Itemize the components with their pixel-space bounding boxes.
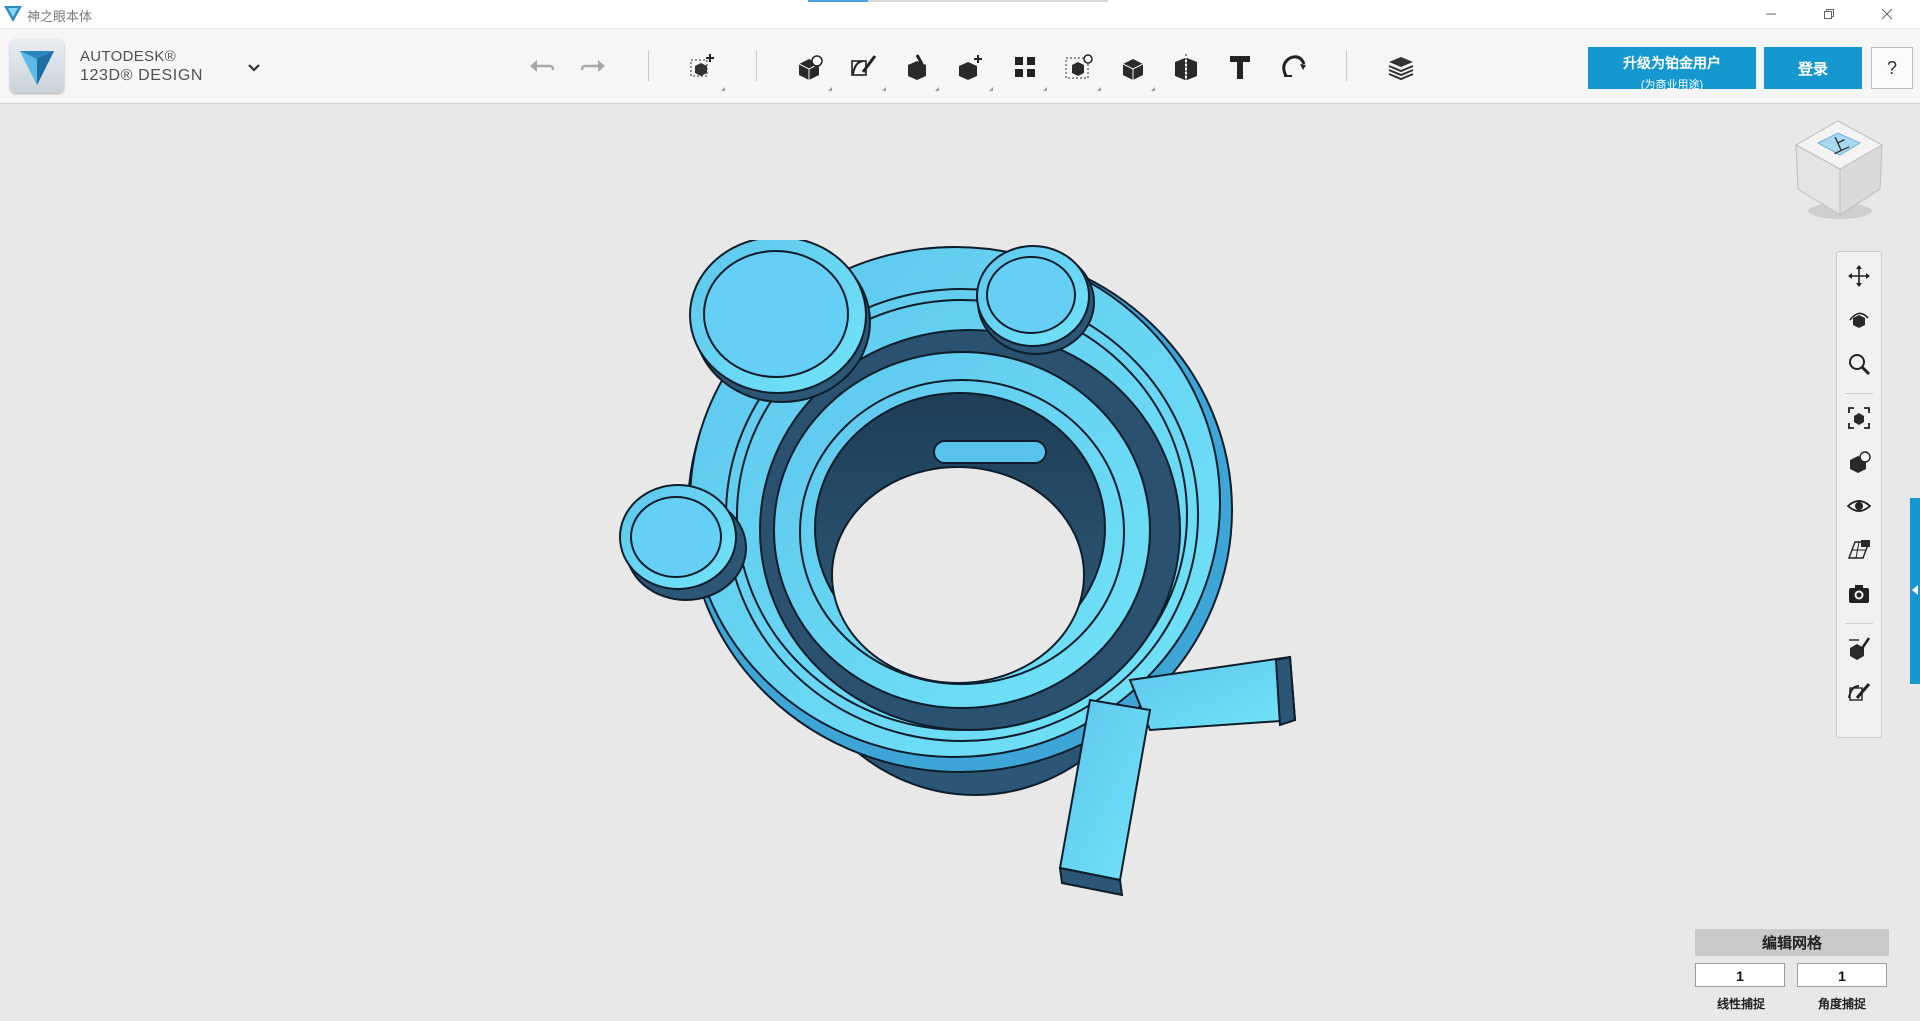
visibility-button[interactable] [1843,490,1875,522]
primitives-icon [798,55,823,80]
3d-model-render[interactable] [590,240,1340,920]
brand-autodesk: AUTODESK® [80,48,176,65]
title-bar: 神之眼本体 [0,0,1920,29]
app-menu-button[interactable] [10,39,64,93]
navigation-bar [1836,251,1882,738]
brand-product: 123D® DESIGN [80,67,204,84]
view-mode-icon [1850,451,1871,473]
window-title: 神之眼本体 [27,9,93,24]
edit-grid-button[interactable]: 编辑网格 [1695,929,1889,956]
material-button[interactable] [1383,49,1419,85]
measure-button[interactable] [1168,49,1204,85]
construct-icon [908,54,926,80]
linear-snap-label: 线性捕捉 [1716,997,1765,1011]
material-icon [1388,57,1414,81]
modify-icon [959,55,982,80]
upgrade-sublabel: (为商业用途) [1640,79,1704,91]
text-icon [1230,56,1250,79]
toolbar-separator [756,51,757,81]
snap-button[interactable] [1275,49,1311,85]
sketch-icon [851,55,877,76]
main-toolbar: AUTODESK® 123D® DESIGN 升级为铂金用户 (为商业用途) 登… [0,29,1920,104]
visibility-icon [1847,500,1871,512]
transform-button[interactable] [685,49,725,91]
grouping-icon [1065,54,1093,79]
modify-button[interactable] [953,49,993,91]
transform-icon [690,54,714,77]
orbit-icon [1849,312,1869,328]
upgrade-label: 升级为铂金用户 [1623,55,1721,71]
screenshot-button[interactable] [1843,578,1875,610]
screenshot-icon [1849,585,1869,603]
sketch-button[interactable] [846,49,886,91]
help-button[interactable]: ? [1871,47,1913,89]
pattern-icon [1015,57,1035,77]
primitives-button[interactable] [792,49,832,91]
construct-button[interactable] [899,49,939,91]
redo-icon [580,60,605,72]
view-mode-button[interactable] [1843,446,1875,478]
toolbar-separator [1346,51,1347,81]
app-logo-icon [4,6,22,22]
linear-snap-input[interactable]: 1 [1695,963,1785,987]
pattern-button[interactable] [1007,49,1047,91]
measure-icon [1175,54,1197,81]
chevron-left-icon [1912,585,1918,595]
material-render-icon [1847,540,1871,559]
pan-icon [1848,265,1870,287]
chevron-down-icon[interactable] [247,63,261,73]
app-logo-icon [20,51,54,85]
edit-grid-panel: 编辑网格 1 1 线性捕捉 角度捕捉 [1695,929,1889,1021]
pan-button[interactable] [1843,260,1875,292]
camera-button[interactable] [1843,676,1875,708]
zoom-button[interactable] [1843,348,1875,380]
undo-button[interactable] [524,49,560,85]
snap-settings-button[interactable] [1843,632,1875,664]
close-icon [1881,8,1893,20]
minimize-icon [1766,13,1776,15]
restore-button[interactable] [1800,0,1858,28]
combine-button[interactable] [1115,49,1155,91]
progress-track [868,0,1108,2]
toolbar-separator [648,51,649,81]
side-panel-toggle[interactable] [1910,498,1920,684]
grouping-button[interactable] [1061,49,1101,91]
angle-snap-label: 角度捕捉 [1817,997,1866,1011]
fit-icon [1848,407,1870,429]
progress-indicator [808,0,868,2]
text-button[interactable] [1222,49,1258,85]
undo-icon [530,60,555,72]
login-button[interactable]: 登录 [1764,47,1862,89]
zoom-icon [1849,354,1871,376]
orbit-button[interactable] [1843,304,1875,336]
close-button[interactable] [1858,0,1916,28]
upgrade-button[interactable]: 升级为铂金用户 (为商业用途) [1588,47,1756,91]
redo-button[interactable] [575,49,611,85]
fit-button[interactable] [1843,402,1875,434]
material-render-button[interactable] [1843,534,1875,566]
camera-icon [1848,683,1871,701]
restore-icon [1824,9,1834,19]
minimize-button[interactable] [1742,0,1800,28]
angle-snap-input[interactable]: 1 [1797,963,1887,987]
view-cube[interactable]: 上 [1790,115,1890,225]
snap-settings-icon [1849,637,1871,660]
snap-icon [1282,55,1306,77]
combine-icon [1122,59,1144,80]
